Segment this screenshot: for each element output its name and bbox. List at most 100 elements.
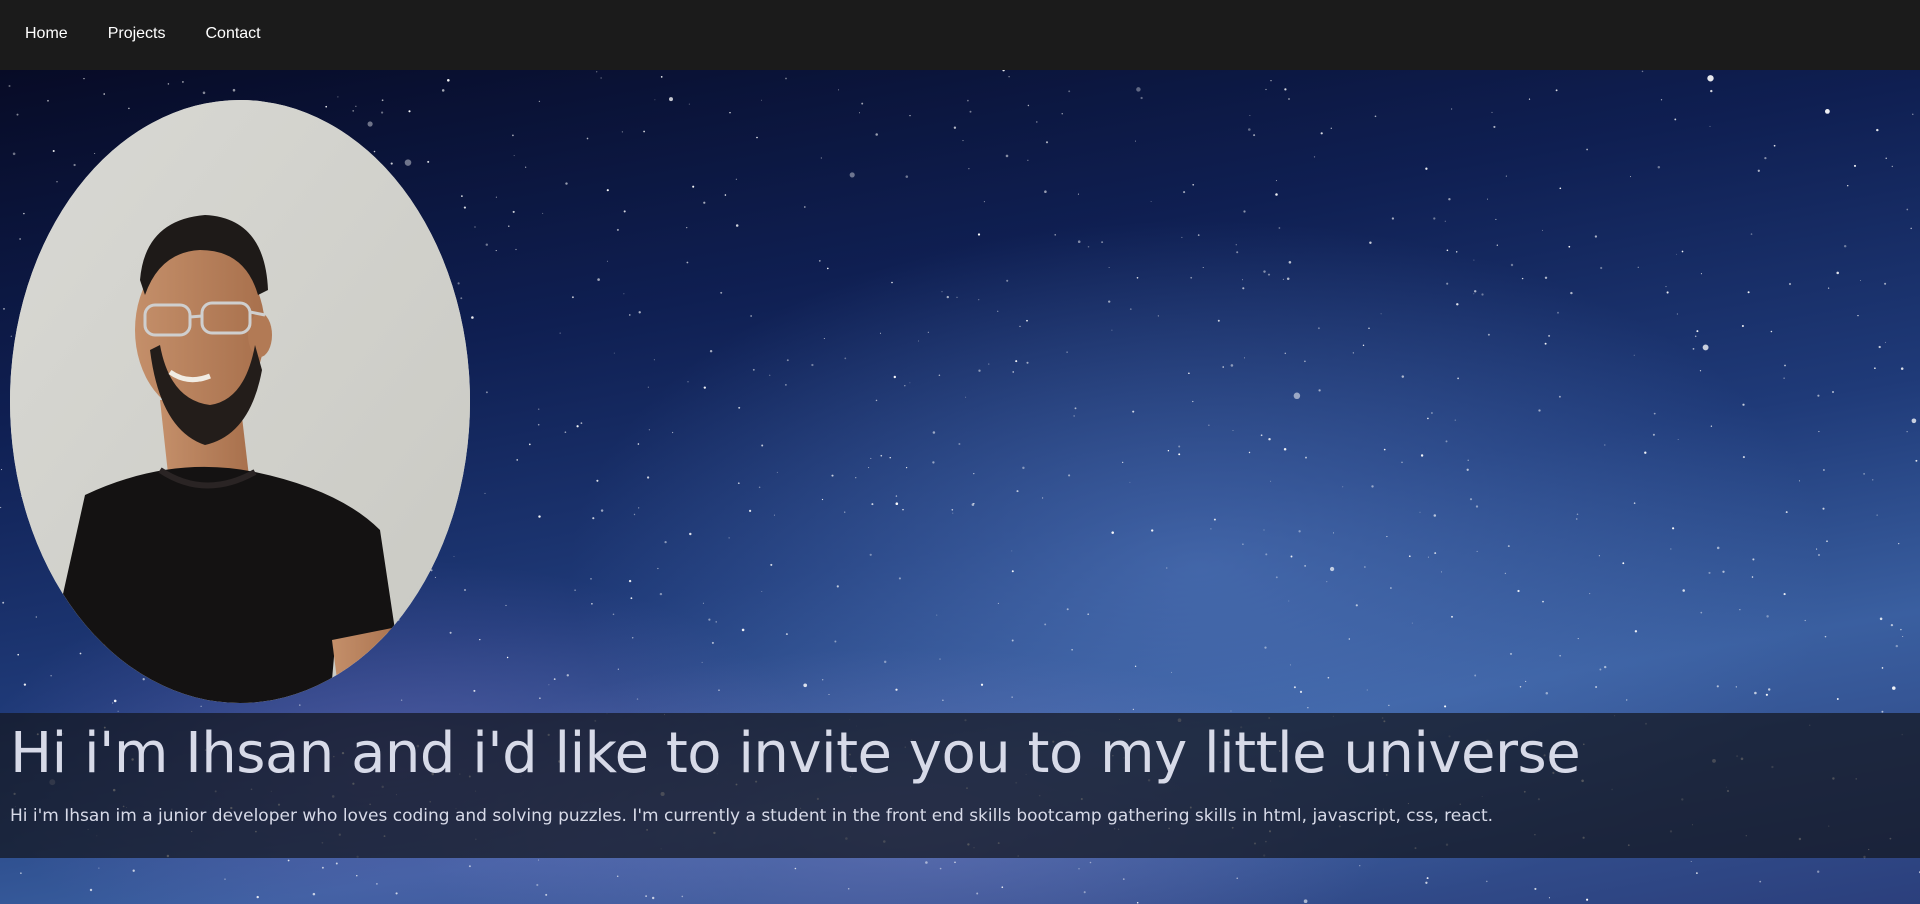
star [473, 689, 476, 692]
star [895, 502, 899, 505]
star [321, 866, 324, 869]
star [1026, 361, 1029, 364]
star [1243, 210, 1246, 213]
star [776, 471, 778, 473]
star [495, 196, 497, 198]
star [1486, 880, 1488, 883]
star [925, 861, 928, 864]
star [1625, 699, 1628, 701]
star [596, 71, 598, 73]
star [1183, 191, 1186, 194]
star [628, 579, 632, 583]
star [1891, 165, 1893, 168]
star [1022, 466, 1025, 470]
star [1265, 553, 1268, 556]
star [381, 111, 384, 114]
star [750, 315, 752, 317]
star [1542, 229, 1543, 231]
star [969, 110, 972, 113]
star [1528, 98, 1531, 100]
star [1427, 556, 1429, 558]
star [660, 76, 663, 78]
star [94, 152, 96, 154]
star [1818, 431, 1820, 433]
star [1433, 514, 1437, 517]
star [0, 506, 2, 509]
star [1101, 241, 1104, 244]
star [542, 212, 544, 214]
star [1136, 902, 1139, 904]
star [1751, 576, 1754, 578]
star [1383, 448, 1386, 451]
star [761, 591, 763, 593]
star [1633, 354, 1635, 356]
star [692, 185, 695, 188]
star [1568, 245, 1571, 248]
star [565, 182, 568, 185]
star [1634, 630, 1638, 633]
star [1430, 412, 1433, 414]
star [1333, 532, 1334, 534]
star [1178, 453, 1181, 456]
star [1586, 898, 1589, 901]
star [761, 444, 764, 447]
star [939, 867, 942, 870]
star [939, 658, 941, 660]
star [1178, 445, 1181, 448]
star [729, 111, 731, 114]
star [128, 107, 130, 110]
star [1544, 276, 1548, 280]
star [1419, 511, 1421, 513]
star [909, 382, 911, 384]
star [938, 374, 941, 376]
star [1275, 180, 1277, 182]
star [1077, 240, 1081, 243]
star [1676, 313, 1678, 315]
star [1504, 572, 1507, 575]
star [965, 396, 967, 398]
star [838, 89, 840, 91]
nav-projects-link[interactable]: Projects [108, 25, 166, 43]
star [506, 656, 509, 659]
star [1362, 344, 1365, 346]
star [1264, 646, 1267, 649]
star [891, 281, 893, 284]
star [404, 159, 412, 166]
star [1559, 655, 1561, 657]
star [112, 702, 114, 704]
star [1074, 407, 1077, 410]
star [1366, 689, 1368, 691]
star [1915, 459, 1918, 462]
star [1652, 433, 1655, 436]
star [953, 126, 957, 129]
nav-contact-link[interactable]: Contact [205, 25, 260, 43]
star [1011, 550, 1013, 552]
star [1881, 667, 1884, 669]
star [113, 699, 117, 703]
star [1467, 459, 1469, 461]
star [879, 332, 881, 334]
star [1884, 282, 1887, 285]
star [1863, 473, 1865, 475]
star [687, 381, 689, 383]
star [548, 684, 550, 686]
star [1682, 589, 1685, 592]
star [83, 77, 85, 80]
star [811, 363, 814, 367]
star [73, 163, 76, 167]
star [299, 704, 301, 706]
star [1860, 280, 1861, 281]
star [513, 155, 515, 157]
star [1876, 514, 1878, 516]
star [1006, 279, 1009, 282]
star [1451, 615, 1453, 618]
star [485, 243, 489, 246]
nav-home-link[interactable]: Home [25, 25, 68, 43]
star [616, 875, 619, 877]
star [1836, 271, 1839, 275]
star [597, 278, 600, 281]
star [596, 479, 599, 482]
star [1817, 394, 1820, 397]
star [1519, 686, 1522, 688]
hero-description: Hi i'm Ihsan im a junior developer who l… [10, 806, 1494, 826]
